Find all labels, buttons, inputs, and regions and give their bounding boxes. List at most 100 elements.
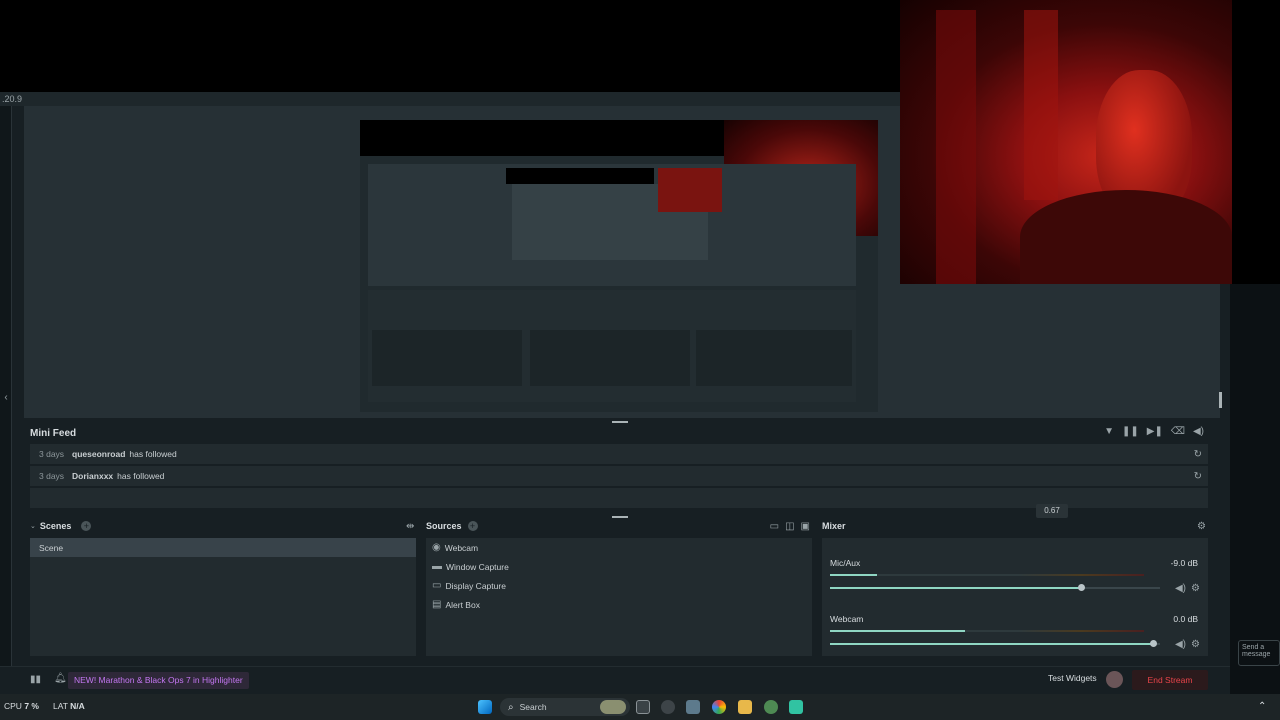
volume-slider-knob[interactable] (1077, 584, 1085, 591)
feed-user[interactable]: queseonroad (72, 449, 125, 459)
scroll-handle[interactable] (1219, 392, 1222, 408)
source-item[interactable]: ▤ Alert Box (432, 595, 812, 614)
feed-age: 3 days (39, 471, 65, 481)
nested-mixer (696, 330, 852, 386)
sources-panel: Sources + ▭ ◫ ▣ ◉ Webcam ▬ Window Capture … (420, 518, 816, 658)
speaker-icon[interactable]: ◀) (1175, 583, 1186, 594)
volume-slider-knob[interactable] (1150, 640, 1158, 647)
stream-preview[interactable] (360, 120, 878, 412)
mixer-panel: Mixer ⚙ Mic/Aux -9.0 dB ◀) ⚙ Webcam 0.0 … (816, 518, 1212, 658)
version-label: .20.9 (2, 94, 23, 104)
feed-row-empty (30, 488, 1208, 508)
source-item[interactable]: ▭ Display Capture (432, 576, 812, 595)
app-icon[interactable] (686, 700, 700, 714)
mini-feed-panel: Mini Feed ▼ ❚❚ ▶❚ ⌫ ◀) 3 days queseonroa… (24, 424, 1220, 512)
scenes-panel: ⌄ Scenes + ⇹ Scene (24, 518, 420, 658)
webcam-background-shape (1024, 10, 1058, 200)
volume-tooltip: 0.67 (1036, 504, 1068, 518)
app-icon[interactable] (661, 700, 675, 714)
source-folder-add-icon[interactable]: ▣ (801, 521, 810, 532)
feed-user[interactable]: Dorianxxx (72, 471, 113, 481)
window-source-icon: ▬ (432, 561, 442, 572)
speaker-icon[interactable]: ◀) (1175, 639, 1186, 650)
nested-webcam (658, 168, 722, 212)
mixer-list: Mic/Aux -9.0 dB ◀) ⚙ Webcam 0.0 dB ◀) ⚙ (822, 538, 1208, 656)
search-highlight-icon (600, 700, 626, 714)
mixer-channel-name: Mic/Aux (830, 558, 861, 568)
chevron-up-icon[interactable]: ⌃ (1258, 701, 1266, 712)
left-rail: ‹ (0, 106, 12, 666)
feed-action: has followed (117, 471, 165, 481)
source-group-icon[interactable]: ◫ (785, 521, 794, 532)
end-stream-button[interactable]: End Stream (1132, 670, 1208, 690)
cpu-label: CPU (4, 701, 22, 711)
source-item[interactable]: ▬ Window Capture (432, 557, 812, 576)
filter-icon[interactable]: ▼ (1104, 426, 1114, 437)
source-item[interactable]: ◉ Webcam (432, 538, 812, 557)
audio-meter (830, 630, 1144, 632)
windows-start-icon[interactable] (478, 700, 492, 714)
mini-feed-title: Mini Feed (30, 428, 77, 439)
app-icon[interactable] (764, 700, 778, 714)
mixer-channel-name: Webcam (830, 614, 864, 624)
feed-row: 3 days Dorianxxx has followed ↻ (30, 466, 1208, 486)
volume-icon[interactable]: ◀) (1193, 426, 1204, 437)
chevron-left-icon[interactable]: ‹ (0, 392, 12, 403)
scene-item-label: Scene (39, 542, 64, 553)
webcam-source-icon: ◉ (432, 542, 441, 553)
streamlabs-icon[interactable] (789, 700, 803, 714)
version-strip: .20.9 (0, 92, 900, 106)
scene-item[interactable]: Scene (30, 538, 416, 557)
display-source-icon: ▭ (432, 580, 442, 591)
skip-icon[interactable]: ▶❚ (1147, 426, 1163, 437)
add-scene-icon[interactable]: + (81, 521, 92, 531)
preview-nested-editor (368, 164, 856, 286)
cpu-value: 7 % (24, 701, 39, 711)
source-item-label: Display Capture (445, 580, 506, 591)
webcam-background-shape (936, 10, 976, 284)
stats-chart-icon[interactable]: ▮▮ (30, 674, 41, 685)
volume-slider[interactable] (830, 640, 1160, 647)
source-folder-icon[interactable]: ▭ (770, 521, 779, 532)
mixer-title: Mixer (822, 521, 846, 531)
sources-list: ◉ Webcam ▬ Window Capture ▭ Display Capture… (426, 538, 812, 656)
promo-banner[interactable]: NEW! Marathon & Black Ops 7 in Highlight… (68, 672, 249, 689)
folder-icon[interactable] (738, 700, 752, 714)
mixer-channel-db: -9.0 dB (1170, 558, 1198, 568)
replay-icon[interactable]: ↻ (1194, 449, 1202, 460)
preview-black-bar (360, 120, 724, 156)
scenes-title: Scenes (39, 521, 72, 531)
scenes-list: Scene (30, 538, 416, 656)
audio-meter (830, 574, 1144, 576)
nested-sources (530, 330, 690, 386)
search-icon: ⌕ (508, 701, 514, 713)
clear-icon[interactable]: ⌫ (1171, 426, 1185, 437)
add-source-icon[interactable]: + (467, 521, 478, 531)
notification-icon[interactable]: 🔔︎ (54, 673, 67, 684)
webcam-shoulders-shape (1020, 190, 1232, 284)
feed-row: 3 days queseonroad has followed ↻ (30, 444, 1208, 464)
chat-input[interactable]: Send a message (1238, 640, 1280, 666)
record-button[interactable] (1106, 671, 1123, 688)
nested-black-bar (506, 168, 654, 184)
gear-icon[interactable]: ⚙ (1191, 583, 1200, 594)
webcam-overlay (900, 0, 1232, 284)
test-widgets-button[interactable]: Test Widgets (1048, 673, 1097, 683)
collapse-icon[interactable]: ⌄ (30, 522, 36, 530)
replay-icon[interactable]: ↻ (1194, 471, 1202, 482)
sources-title: Sources (426, 521, 462, 531)
resize-handle[interactable] (612, 421, 628, 423)
gear-icon[interactable]: ⚙ (1197, 521, 1206, 532)
taskbar-search[interactable]: ⌕ Search (500, 698, 630, 716)
source-item-label: Webcam (444, 542, 479, 553)
source-item-label: Alert Box (445, 599, 480, 610)
pause-icon[interactable]: ❚❚ (1122, 426, 1139, 437)
volume-slider[interactable] (830, 584, 1160, 591)
footer-bar: ▮▮ 🔔︎ NEW! Marathon & Black Ops 7 in Hig… (0, 666, 1230, 694)
lat-value: N/A (70, 701, 85, 711)
transition-icon[interactable]: ⇹ (406, 521, 414, 532)
task-view-icon[interactable] (636, 700, 650, 714)
gear-icon[interactable]: ⚙ (1191, 639, 1200, 650)
stats-readout: CPU 7 % LAT N/A (4, 701, 85, 711)
browser-icon[interactable] (712, 700, 726, 714)
